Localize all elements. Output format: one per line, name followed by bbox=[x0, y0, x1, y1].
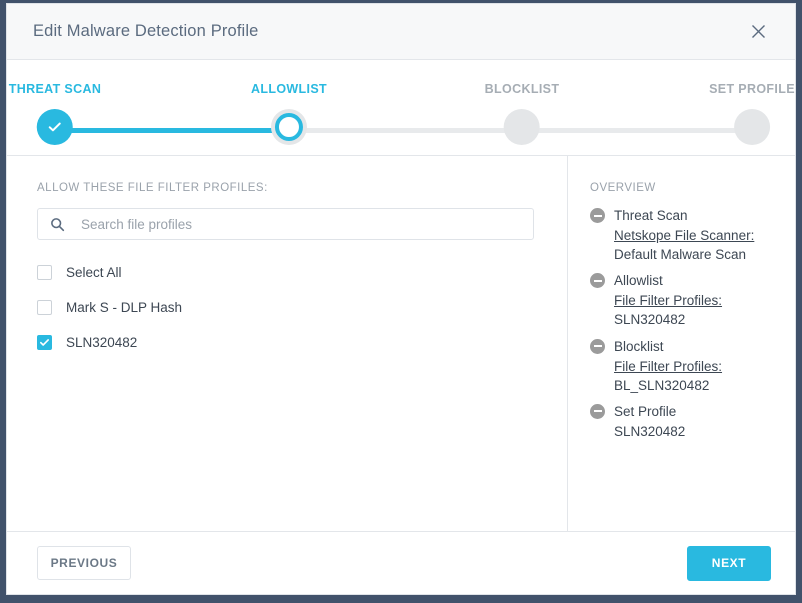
previous-button[interactable]: PREVIOUS bbox=[37, 546, 131, 580]
overview-group-blocklist-detail: File Filter Profiles: BL_SLN320482 bbox=[614, 357, 777, 395]
step-threat-scan[interactable]: THREAT SCAN bbox=[9, 82, 102, 145]
active-step-ring bbox=[275, 113, 303, 141]
dialog-body: ALLOW THESE FILE FILTER PROFILES: Select… bbox=[7, 156, 795, 532]
step-allowlist-marker bbox=[271, 109, 307, 145]
step-blocklist-label: BLOCKLIST bbox=[484, 82, 560, 96]
overview-allowlist-key: File Filter Profiles: bbox=[614, 293, 723, 309]
allowlist-section-label: ALLOW THESE FILE FILTER PROFILES: bbox=[37, 182, 268, 194]
edit-malware-detection-profile-dialog: Edit Malware Detection Profile THREAT SC… bbox=[6, 3, 796, 595]
checkbox-row-sln320482[interactable]: SLN320482 bbox=[37, 331, 537, 353]
overview-group-set-profile-header[interactable]: Set Profile bbox=[590, 403, 777, 419]
file-profile-option-list: Select All Mark S - DLP Hash SLN320482 bbox=[37, 261, 537, 353]
checkbox-label-mark-s-dlp-hash: Mark S - DLP Hash bbox=[66, 299, 183, 315]
step-set-profile-marker bbox=[734, 109, 770, 145]
checkbox-mark-s-dlp-hash[interactable] bbox=[37, 299, 52, 315]
overview-group-threat-scan-detail: Netskope File Scanner: Default Malware S… bbox=[614, 226, 777, 264]
overview-group-allowlist-header[interactable]: Allowlist bbox=[590, 273, 777, 289]
overview-blocklist-key: File Filter Profiles: bbox=[614, 358, 723, 374]
overview-group-blocklist: Blocklist File Filter Profiles: BL_SLN32… bbox=[590, 338, 777, 395]
overview-group-allowlist-detail: File Filter Profiles: SLN320482 bbox=[614, 291, 777, 329]
minus-icon[interactable] bbox=[590, 273, 605, 289]
step-blocklist[interactable]: BLOCKLIST bbox=[485, 82, 560, 145]
checkbox-row-mark-s-dlp-hash[interactable]: Mark S - DLP Hash bbox=[37, 296, 537, 318]
overview-blocklist-value: BL_SLN320482 bbox=[614, 377, 710, 393]
overview-group-threat-scan-header[interactable]: Threat Scan bbox=[590, 208, 777, 223]
minus-icon[interactable] bbox=[590, 208, 605, 223]
overview-heading: OVERVIEW bbox=[590, 182, 656, 194]
step-set-profile-label: SET PROFILE bbox=[709, 82, 795, 96]
search-input[interactable] bbox=[79, 215, 521, 233]
step-threat-scan-marker bbox=[36, 109, 73, 145]
step-allowlist-label: ALLOWLIST bbox=[250, 82, 328, 96]
overview-group-threat-scan: Threat Scan Netskope File Scanner: Defau… bbox=[590, 208, 777, 264]
step-threat-scan-label: THREAT SCAN bbox=[8, 82, 102, 96]
checkbox-label-select-all: Select All bbox=[66, 264, 122, 280]
overview-set-profile-value: SLN320482 bbox=[614, 423, 686, 439]
overview-group-blocklist-title: Blocklist bbox=[614, 338, 664, 354]
checkbox-sln320482[interactable] bbox=[37, 334, 52, 350]
next-button[interactable]: NEXT bbox=[687, 545, 771, 581]
minus-icon[interactable] bbox=[590, 403, 605, 419]
step-allowlist[interactable]: ALLOWLIST bbox=[251, 82, 327, 145]
overview-group-set-profile-detail: SLN320482 bbox=[614, 422, 777, 441]
search-icon bbox=[50, 217, 65, 232]
step-set-profile[interactable]: SET PROFILE bbox=[709, 82, 795, 145]
overview-group-set-profile: Set Profile SLN320482 bbox=[590, 403, 777, 441]
checkbox-select-all[interactable] bbox=[37, 264, 52, 280]
overview-panel: OVERVIEW Threat Scan Netskope File Scann… bbox=[568, 156, 795, 531]
overview-allowlist-value: SLN320482 bbox=[614, 312, 686, 328]
checkbox-label-sln320482: SLN320482 bbox=[66, 334, 138, 350]
close-icon[interactable] bbox=[745, 19, 771, 45]
overview-group-set-profile-title: Set Profile bbox=[614, 403, 677, 419]
overview-threat-scan-value: Default Malware Scan bbox=[614, 247, 747, 263]
minus-icon[interactable] bbox=[590, 338, 605, 354]
search-file-profiles-box[interactable] bbox=[37, 208, 534, 240]
overview-group-blocklist-header[interactable]: Blocklist bbox=[590, 338, 777, 354]
overview-group-allowlist: Allowlist File Filter Profiles: SLN32048… bbox=[590, 273, 777, 329]
check-icon bbox=[46, 118, 64, 136]
overview-group-threat-scan-title: Threat Scan bbox=[614, 208, 688, 223]
overview-group-allowlist-title: Allowlist bbox=[614, 273, 663, 289]
wizard-stepper: THREAT SCAN ALLOWLIST BLOCKLIST SET PROF… bbox=[7, 60, 795, 156]
step-blocklist-marker bbox=[503, 109, 540, 145]
dialog-header: Edit Malware Detection Profile bbox=[7, 4, 795, 60]
allowlist-panel: ALLOW THESE FILE FILTER PROFILES: Select… bbox=[7, 156, 568, 531]
overview-threat-scan-key: Netskope File Scanner: bbox=[614, 228, 755, 243]
dialog-footer: PREVIOUS NEXT bbox=[7, 532, 795, 594]
dialog-title: Edit Malware Detection Profile bbox=[33, 22, 259, 40]
checkbox-row-select-all[interactable]: Select All bbox=[37, 261, 537, 283]
